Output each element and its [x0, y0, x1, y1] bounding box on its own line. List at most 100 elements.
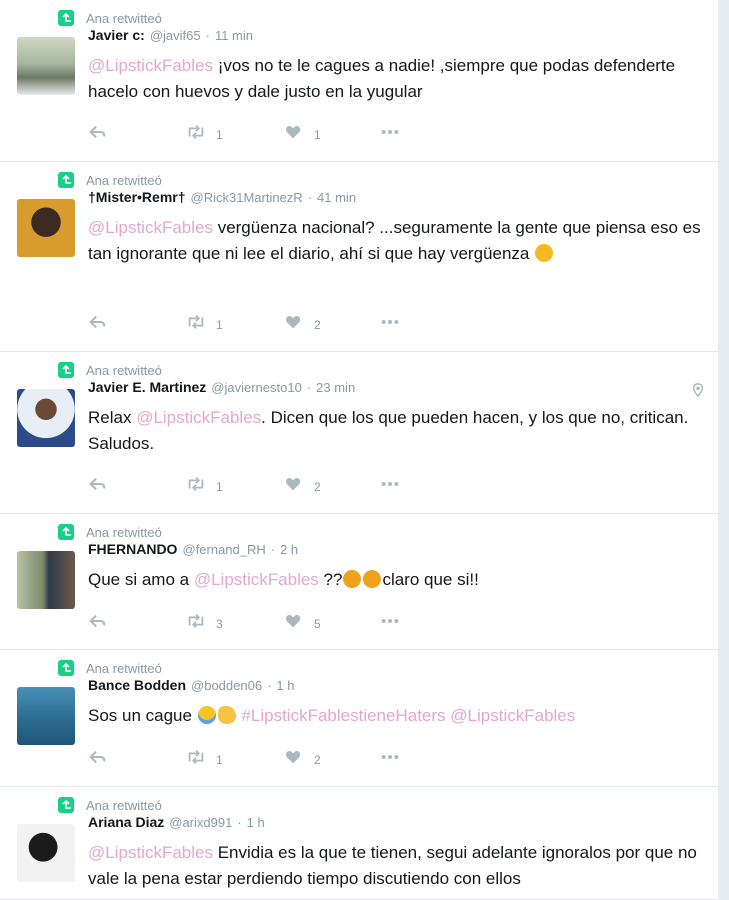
- thinking-face-emoji: [363, 570, 382, 588]
- tweet-timestamp[interactable]: 2 h: [280, 542, 298, 557]
- retweet-icon: [186, 122, 206, 147]
- like-button[interactable]: 2: [284, 747, 321, 772]
- like-button[interactable]: 1: [284, 122, 321, 147]
- user-handle[interactable]: @javif65: [150, 28, 201, 43]
- reply-button[interactable]: [88, 747, 108, 772]
- tweet[interactable]: Ana retwitteó FHERNANDO @fernand_RH · 2 h Que…: [0, 514, 718, 650]
- like-button[interactable]: 2: [284, 312, 321, 337]
- retweet-button[interactable]: 1: [186, 747, 223, 772]
- more-dots-icon: [380, 611, 400, 636]
- action-count: 1: [314, 127, 321, 142]
- tweet[interactable]: Ana retwitteó Ariana Diaz @arixd991 · 1 h @Li…: [0, 787, 718, 900]
- reply-icon: [88, 312, 108, 337]
- separator-dot: ·: [307, 190, 313, 205]
- tweet-text-segment: ??: [318, 570, 343, 589]
- tweet-text-segment: Que si amo a: [88, 570, 194, 589]
- user-handle[interactable]: @javiernesto10: [211, 380, 302, 395]
- confused-face-emoji: [535, 244, 554, 262]
- avatar[interactable]: [17, 687, 75, 745]
- retweet-context-label: Ana retwitteó: [86, 524, 162, 540]
- more-button[interactable]: [380, 474, 400, 499]
- separator-dot: ·: [237, 815, 242, 830]
- more-dots-icon: [380, 474, 400, 499]
- tweet[interactable]: Ana retwitteó †Mister•Remr† @Rick31Martine…: [0, 162, 718, 352]
- like-button[interactable]: 5: [284, 611, 321, 636]
- retweet-context: Ana retwitteó: [58, 361, 162, 379]
- retweet-context: Ana retwitteó: [58, 659, 162, 677]
- retweet-context-label: Ana retwitteó: [86, 797, 162, 813]
- avatar[interactable]: [17, 389, 75, 447]
- mention-link[interactable]: @LipstickFables: [136, 408, 261, 427]
- user-name[interactable]: FHERNANDO: [88, 541, 177, 557]
- more-button[interactable]: [380, 122, 400, 147]
- user-name[interactable]: Bance Bodden: [88, 677, 186, 693]
- tweet-text: Relax @LipstickFables. Dicen que los que…: [88, 405, 708, 457]
- action-count: 1: [216, 479, 223, 494]
- reply-icon: [88, 122, 108, 147]
- more-button[interactable]: [380, 611, 400, 636]
- user-handle[interactable]: @Rick31MartinezR: [191, 190, 303, 205]
- retweet-button[interactable]: 1: [186, 474, 223, 499]
- avatar[interactable]: [17, 199, 75, 257]
- retweet-context-label: Ana retwitteó: [86, 10, 162, 26]
- tweet-timestamp[interactable]: 23 min: [316, 380, 355, 395]
- tweet-header: Javier c: @javif65 · 11 min: [88, 27, 253, 47]
- retweet-icon: [186, 747, 206, 772]
- reply-button[interactable]: [88, 122, 108, 147]
- user-name[interactable]: Javier E. Martinez: [88, 379, 206, 395]
- action-count: 2: [314, 479, 321, 494]
- retweet-button[interactable]: 1: [186, 312, 223, 337]
- more-button[interactable]: [380, 747, 400, 772]
- mention-link[interactable]: @LipstickFables: [194, 570, 319, 589]
- retweet-context: Ana retwitteó: [58, 523, 162, 541]
- reply-button[interactable]: [88, 312, 108, 337]
- tweet-header: Bance Bodden @bodden06 · 1 h: [88, 677, 294, 697]
- thinking-face-emoji: [343, 570, 362, 588]
- retweet-context: Ana retwitteó: [58, 796, 162, 814]
- user-handle[interactable]: @fernand_RH: [182, 542, 265, 557]
- tweet-text: @LipstickFables ¡vos no te le cagues a n…: [88, 53, 708, 105]
- heart-icon: [284, 747, 304, 772]
- reply-icon: [88, 747, 108, 772]
- mention-link[interactable]: #LipstickFablestieneHaters: [241, 706, 445, 725]
- more-dots-icon: [380, 312, 400, 337]
- user-name[interactable]: Javier c:: [88, 27, 145, 43]
- retweet-button[interactable]: 1: [186, 122, 223, 147]
- tweet-timestamp[interactable]: 1 h: [247, 815, 265, 830]
- tweet[interactable]: Ana retwitteó Bance Bodden @bodden06 · 1 h So…: [0, 650, 718, 787]
- tweet-timestamp[interactable]: 41 min: [317, 190, 356, 205]
- mention-link[interactable]: @LipstickFables: [88, 56, 213, 75]
- action-count: 5: [314, 616, 321, 631]
- tweet-timestamp[interactable]: 11 min: [215, 28, 253, 43]
- retweet-context: Ana retwitteó: [58, 171, 162, 189]
- tweet[interactable]: Ana retwitteó Javier E. Martinez @javierne…: [0, 352, 718, 514]
- avatar[interactable]: [17, 824, 75, 882]
- location-pin-icon[interactable]: [691, 381, 705, 404]
- mention-link[interactable]: @LipstickFables: [88, 843, 213, 862]
- reply-button[interactable]: [88, 474, 108, 499]
- user-name[interactable]: †Mister•Remr†: [88, 189, 186, 205]
- like-button[interactable]: 2: [284, 474, 321, 499]
- user-handle[interactable]: @bodden06: [191, 678, 262, 693]
- retweet-button[interactable]: 3: [186, 611, 223, 636]
- separator-dot: ·: [205, 28, 210, 43]
- tweet-timestamp[interactable]: 1 h: [276, 678, 294, 693]
- heart-icon: [284, 611, 304, 636]
- reply-button[interactable]: [88, 611, 108, 636]
- mention-link[interactable]: @LipstickFables: [450, 706, 575, 725]
- tweet-text-segment: Relax: [88, 408, 137, 427]
- more-button[interactable]: [380, 312, 400, 337]
- tweet[interactable]: Ana retwitteó Javier c: @javif65 · 11 min @Li…: [0, 0, 718, 162]
- mention-link[interactable]: @LipstickFables: [88, 218, 213, 237]
- avatar[interactable]: [17, 551, 75, 609]
- reply-icon: [88, 611, 108, 636]
- avatar[interactable]: [17, 37, 75, 95]
- page-background-edge: [718, 0, 729, 900]
- retweet-context: Ana retwitteó: [58, 9, 162, 27]
- user-handle[interactable]: @arixd991: [169, 815, 232, 830]
- action-count: 2: [314, 752, 321, 767]
- user-name[interactable]: Ariana Diaz: [88, 814, 164, 830]
- timeline: Ana retwitteó Javier c: @javif65 · 11 min @Li…: [0, 0, 718, 900]
- tweet-text-segment: Sos un cague: [88, 706, 197, 725]
- retweet-context-label: Ana retwitteó: [86, 660, 162, 676]
